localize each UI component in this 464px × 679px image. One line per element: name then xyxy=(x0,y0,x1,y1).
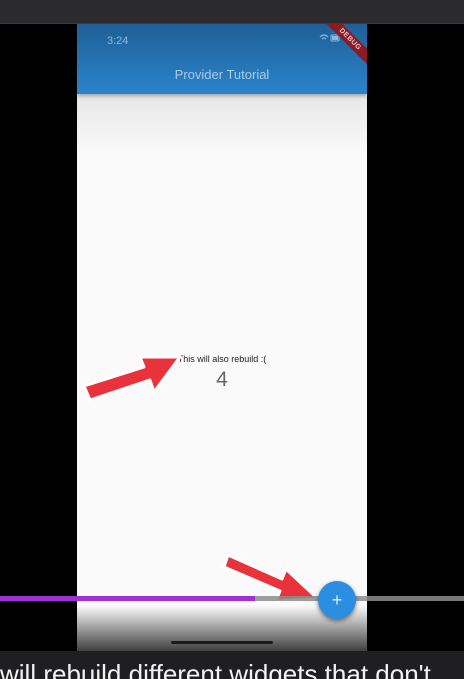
status-time: 3:24 xyxy=(107,35,129,47)
video-top-strip xyxy=(0,0,464,24)
red-arrow-icon xyxy=(82,355,182,402)
video-progress-bar[interactable] xyxy=(0,596,464,601)
app-title: Provider Tutorial xyxy=(174,67,270,82)
caption-bar: will rebuild different widgets that don'… xyxy=(0,651,464,679)
increment-button[interactable]: + xyxy=(318,581,356,619)
caption-text: will rebuild different widgets that don'… xyxy=(0,659,431,679)
video-progress-fill xyxy=(0,596,256,601)
app-bar-shadow xyxy=(77,94,367,154)
app-bar: 3:24 DEBUG Provider Tutorial xyxy=(77,24,367,94)
debug-banner: DEBUG xyxy=(321,24,367,69)
home-indicator xyxy=(171,641,273,644)
